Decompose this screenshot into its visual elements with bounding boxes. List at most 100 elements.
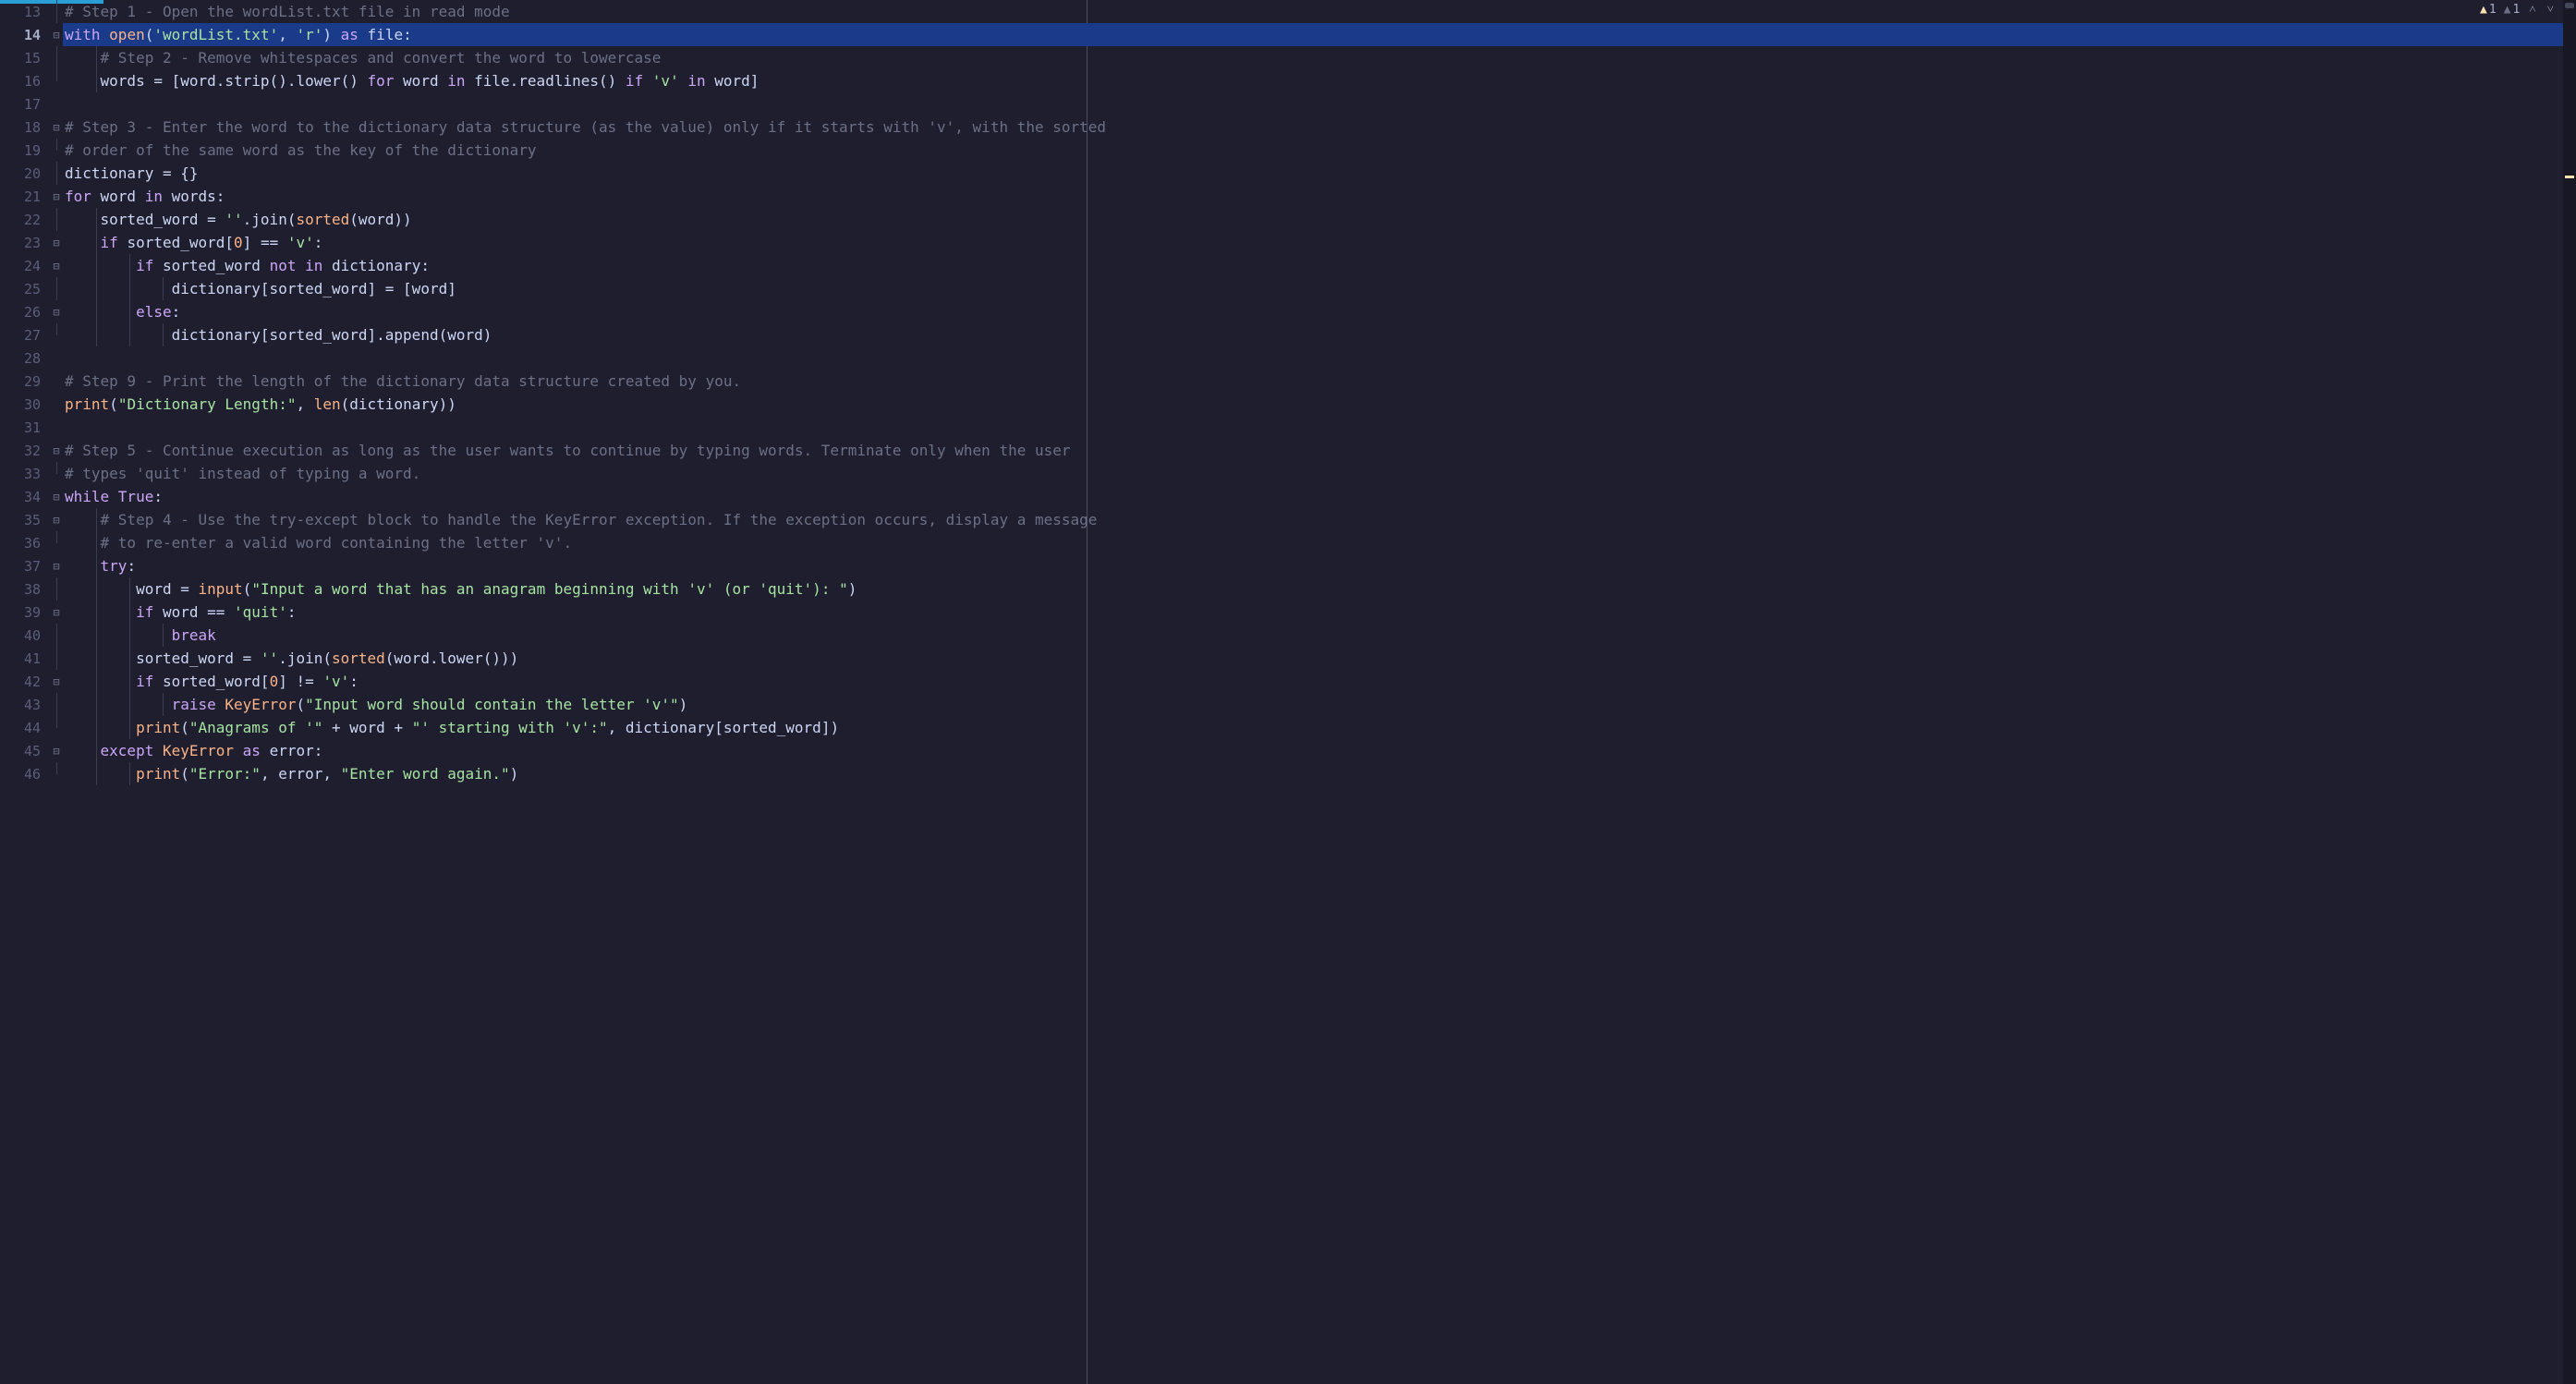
fold-toggle-icon[interactable] bbox=[50, 739, 63, 762]
line-number[interactable]: 18 bbox=[0, 115, 50, 139]
line-number[interactable]: 16 bbox=[0, 69, 50, 92]
fold-toggle-icon[interactable] bbox=[50, 439, 63, 462]
line-number[interactable]: 33 bbox=[0, 462, 50, 485]
fold-toggle-icon[interactable] bbox=[50, 231, 63, 254]
code-line[interactable]: words = [word.strip().lower() for word i… bbox=[63, 69, 2576, 92]
indent-guide bbox=[96, 762, 97, 785]
code-line[interactable]: # Step 3 - Enter the word to the diction… bbox=[63, 115, 2576, 139]
code-line[interactable]: # Step 2 - Remove whitespaces and conver… bbox=[63, 46, 2576, 69]
code-line[interactable]: dictionary = {} bbox=[63, 162, 2576, 185]
line-number[interactable]: 41 bbox=[0, 647, 50, 670]
line-number[interactable]: 31 bbox=[0, 416, 50, 439]
line-number[interactable]: 29 bbox=[0, 370, 50, 393]
fold-toggle-icon[interactable] bbox=[50, 185, 63, 208]
line-number[interactable]: 46 bbox=[0, 762, 50, 785]
code-line[interactable]: while True: bbox=[63, 485, 2576, 508]
code-token: sorted_word[ bbox=[163, 673, 270, 690]
line-number[interactable]: 43 bbox=[0, 693, 50, 716]
code-line[interactable]: dictionary[sorted_word] = [word] bbox=[63, 277, 2576, 300]
line-number[interactable]: 42 bbox=[0, 670, 50, 693]
line-number[interactable]: 37 bbox=[0, 554, 50, 577]
line-number-gutter[interactable]: 1314151617181920212223242526272829303132… bbox=[0, 0, 50, 1384]
code-line[interactable]: # types 'quit' instead of typing a word. bbox=[63, 462, 2576, 485]
line-number[interactable]: 20 bbox=[0, 162, 50, 185]
fold-toggle-icon[interactable] bbox=[50, 300, 63, 323]
prev-highlight-icon[interactable]: ˄ bbox=[2527, 2, 2537, 17]
line-number[interactable]: 39 bbox=[0, 601, 50, 624]
code-line[interactable]: for word in words: bbox=[63, 185, 2576, 208]
code-line[interactable]: dictionary[sorted_word].append(word) bbox=[63, 323, 2576, 346]
code-line[interactable]: else: bbox=[63, 300, 2576, 323]
code-line[interactable]: word = input("Input a word that has an a… bbox=[63, 577, 2576, 601]
fold-toggle-icon[interactable] bbox=[50, 485, 63, 508]
code-line[interactable]: sorted_word = ''.join(sorted(word)) bbox=[63, 208, 2576, 231]
next-highlight-icon[interactable]: ˅ bbox=[2546, 2, 2556, 17]
code-line[interactable]: print("Dictionary Length:", len(dictiona… bbox=[63, 393, 2576, 416]
code-lines[interactable]: # Step 1 - Open the wordList.txt file in… bbox=[63, 0, 2576, 785]
fold-toggle-icon[interactable] bbox=[50, 115, 63, 139]
code-line[interactable]: # Step 5 - Continue execution as long as… bbox=[63, 439, 2576, 462]
line-number[interactable]: 23 bbox=[0, 231, 50, 254]
line-number[interactable]: 17 bbox=[0, 92, 50, 115]
line-number[interactable]: 28 bbox=[0, 346, 50, 370]
code-line[interactable]: # order of the same word as the key of t… bbox=[63, 139, 2576, 162]
fold-toggle-icon[interactable] bbox=[50, 601, 63, 624]
line-number[interactable]: 34 bbox=[0, 485, 50, 508]
code-token: ( bbox=[296, 696, 305, 713]
line-number[interactable]: 14 bbox=[0, 23, 50, 46]
line-number[interactable]: 25 bbox=[0, 277, 50, 300]
code-line[interactable]: # Step 9 - Print the length of the dicti… bbox=[63, 370, 2576, 393]
fold-toggle-icon[interactable] bbox=[50, 670, 63, 693]
line-number[interactable]: 22 bbox=[0, 208, 50, 231]
fold-toggle-icon[interactable] bbox=[50, 554, 63, 577]
code-line[interactable]: break bbox=[63, 624, 2576, 647]
code-line[interactable]: except KeyError as error: bbox=[63, 739, 2576, 762]
line-number[interactable]: 44 bbox=[0, 716, 50, 739]
fold-toggle-icon[interactable] bbox=[50, 23, 63, 46]
line-number[interactable]: 26 bbox=[0, 300, 50, 323]
code-line[interactable]: if word == 'quit': bbox=[63, 601, 2576, 624]
line-number[interactable]: 27 bbox=[0, 323, 50, 346]
code-line[interactable] bbox=[63, 92, 2576, 115]
warning-icon: ▲ bbox=[2480, 3, 2487, 17]
code-line[interactable]: print("Error:", error, "Enter word again… bbox=[63, 762, 2576, 785]
fold-gutter[interactable] bbox=[50, 0, 63, 1384]
fold-guide bbox=[50, 92, 63, 115]
line-number[interactable]: 38 bbox=[0, 577, 50, 601]
line-number[interactable]: 32 bbox=[0, 439, 50, 462]
scroll-warning-marker[interactable] bbox=[2565, 176, 2574, 178]
code-token: (word)) bbox=[349, 211, 411, 228]
line-number[interactable]: 40 bbox=[0, 624, 50, 647]
line-number[interactable]: 24 bbox=[0, 254, 50, 277]
code-line[interactable]: if sorted_word not in dictionary: bbox=[63, 254, 2576, 277]
code-line[interactable]: # to re-enter a valid word containing th… bbox=[63, 531, 2576, 554]
code-line[interactable]: if sorted_word[0] != 'v': bbox=[63, 670, 2576, 693]
code-line[interactable]: sorted_word = ''.join(sorted(word.lower(… bbox=[63, 647, 2576, 670]
code-line[interactable]: # Step 4 - Use the try-except block to h… bbox=[63, 508, 2576, 531]
scrollbar[interactable] bbox=[2563, 0, 2576, 1384]
line-number[interactable]: 45 bbox=[0, 739, 50, 762]
warning-badge[interactable]: ▲1 bbox=[2480, 3, 2497, 17]
line-number[interactable]: 19 bbox=[0, 139, 50, 162]
code-line[interactable]: raise KeyError("Input word should contai… bbox=[63, 693, 2576, 716]
weak-warning-badge[interactable]: ▲1 bbox=[2504, 3, 2521, 17]
code-line[interactable]: # Step 1 - Open the wordList.txt file in… bbox=[63, 0, 2576, 23]
line-number[interactable]: 30 bbox=[0, 393, 50, 416]
indent-guide bbox=[96, 577, 97, 601]
code-line[interactable]: try: bbox=[63, 554, 2576, 577]
line-number[interactable]: 15 bbox=[0, 46, 50, 69]
code-line[interactable] bbox=[63, 416, 2576, 439]
indent-guide bbox=[129, 670, 130, 693]
code-token: True bbox=[118, 488, 154, 505]
code-line[interactable]: print("Anagrams of '" + word + "' starti… bbox=[63, 716, 2576, 739]
fold-toggle-icon[interactable] bbox=[50, 254, 63, 277]
code-area[interactable]: # Step 1 - Open the wordList.txt file in… bbox=[63, 0, 2576, 1384]
line-number[interactable]: 36 bbox=[0, 531, 50, 554]
line-number[interactable]: 21 bbox=[0, 185, 50, 208]
fold-toggle-icon[interactable] bbox=[50, 508, 63, 531]
code-token: sorted bbox=[332, 650, 385, 667]
code-line[interactable]: with open('wordList.txt', 'r') as file: bbox=[63, 23, 2576, 46]
code-line[interactable] bbox=[63, 346, 2576, 370]
code-line[interactable]: if sorted_word[0] == 'v': bbox=[63, 231, 2576, 254]
line-number[interactable]: 35 bbox=[0, 508, 50, 531]
